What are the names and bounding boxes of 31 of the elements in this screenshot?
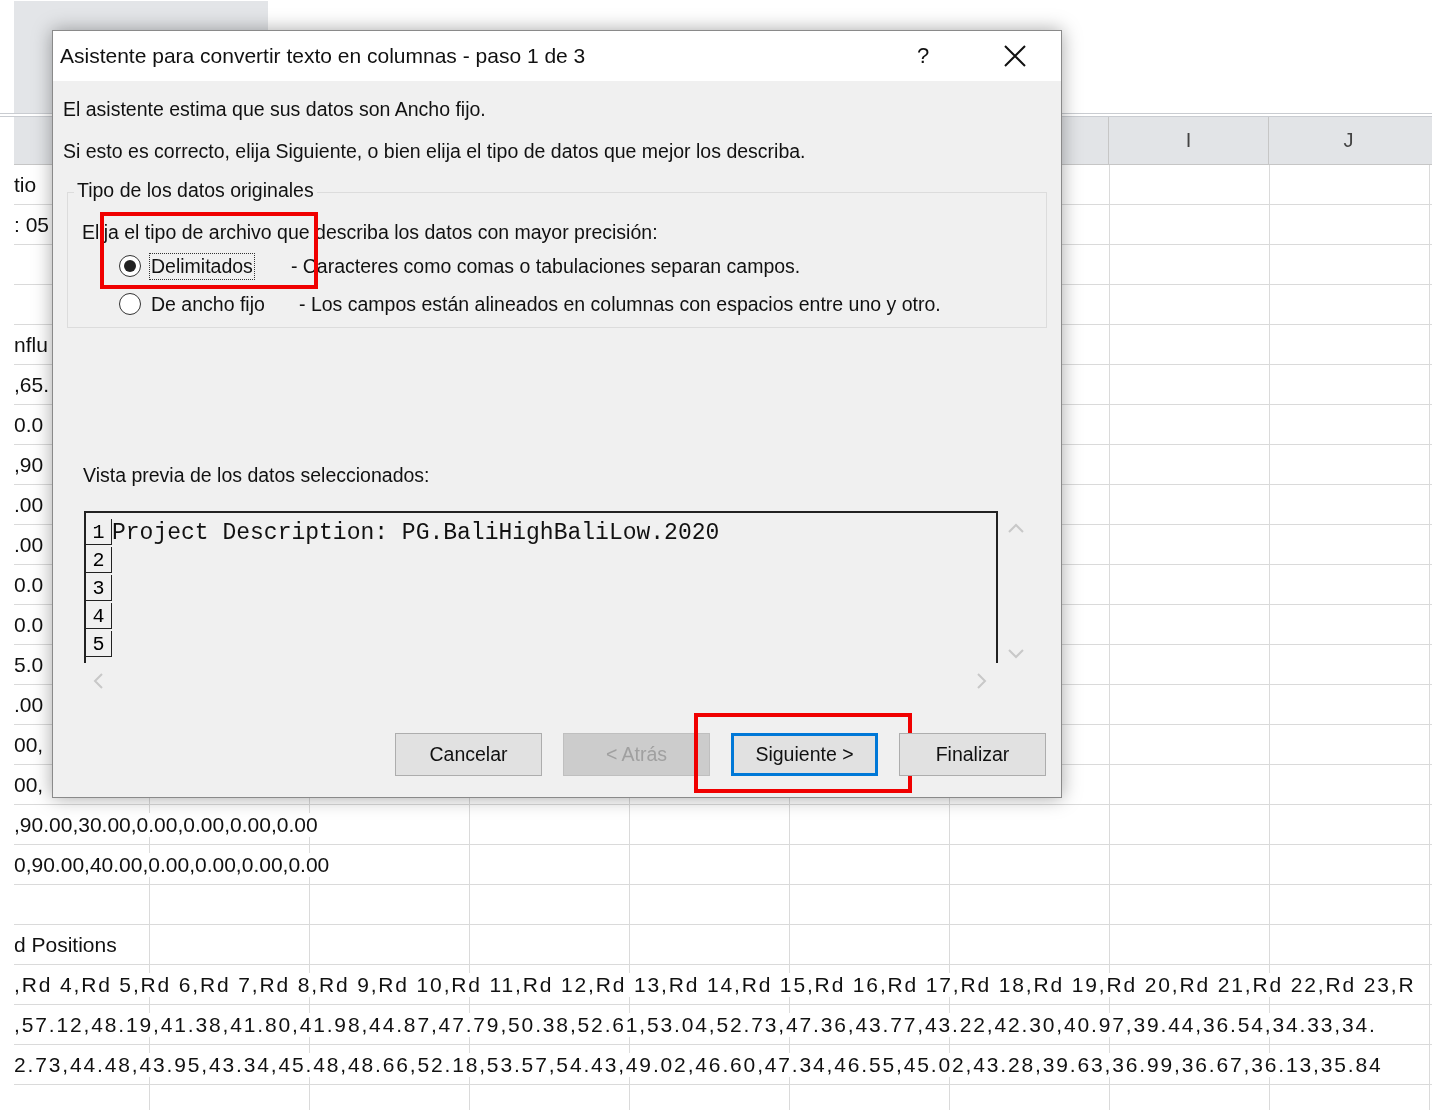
column-header[interactable]: J	[1268, 117, 1428, 164]
option-label[interactable]: De ancho fijo	[151, 292, 299, 316]
line-number: 3	[86, 575, 112, 601]
line-number: 2	[86, 547, 112, 573]
dialog-button[interactable]: Finalizar	[899, 733, 1046, 776]
help-button[interactable]: ?	[903, 43, 943, 69]
table-cell: 2.73,44.48,43.95,43.34,45.48,48.66,52.18,53.57,54.43,49.02,46.60,47.34,46.55,45.02,43.28,39.63,36.99,36.67,36.13,35.84	[14, 1052, 1383, 1077]
description-text: El asistente estima que sus datos son Ancho fijo.	[63, 97, 487, 122]
window-title: Asistente para convertir texto en columnas - paso 1 de 3	[60, 44, 587, 68]
dialog-button[interactable]: Cancelar	[395, 733, 542, 776]
scroll-down-icon[interactable]	[1008, 649, 1024, 659]
radio-button[interactable]	[119, 293, 141, 315]
option-description: - Los campos están alineados en columnas con espacios entre uno y otro.	[299, 292, 941, 316]
preview-label: Vista previa de los datos seleccionados:	[83, 464, 431, 487]
preview-line: Project Description: PG.BaliHighBaliLow.2020	[112, 521, 720, 545]
line-number: 5	[86, 631, 112, 657]
dialog-button[interactable]: Siguiente >	[731, 733, 878, 776]
line-number: 4	[86, 603, 112, 629]
radio-button[interactable]	[119, 255, 141, 277]
scroll-up-icon[interactable]	[1008, 523, 1024, 533]
scroll-right-icon[interactable]	[977, 673, 987, 689]
table-cell: 0,90.00,40.00,0.00,0.00,0.00,0.00	[14, 852, 330, 877]
close-icon	[1004, 45, 1026, 67]
option-label[interactable]: Delimitados	[151, 254, 253, 278]
table-cell: ,90.00,30.00,0.00,0.00,0.00,0.00	[14, 812, 318, 837]
scroll-left-icon[interactable]	[93, 673, 103, 689]
column-header[interactable]: I	[1108, 117, 1268, 164]
table-cell: ,Rd 4,Rd 5,Rd 6,Rd 7,Rd 8,Rd 9,Rd 10,Rd 11,Rd 12,Rd 13,Rd 14,Rd 15,Rd 16,Rd 17,Rd 18,Rd 19,Rd 20,Rd 21,Rd 22,Rd 23,R	[14, 972, 1416, 997]
line-number: 1	[86, 519, 112, 545]
group-title: Tipo de los datos originales	[74, 179, 317, 202]
description-text: Si esto es correcto, elija Siguiente, o bien elija el tipo de datos que mejor los describa.	[63, 139, 807, 164]
